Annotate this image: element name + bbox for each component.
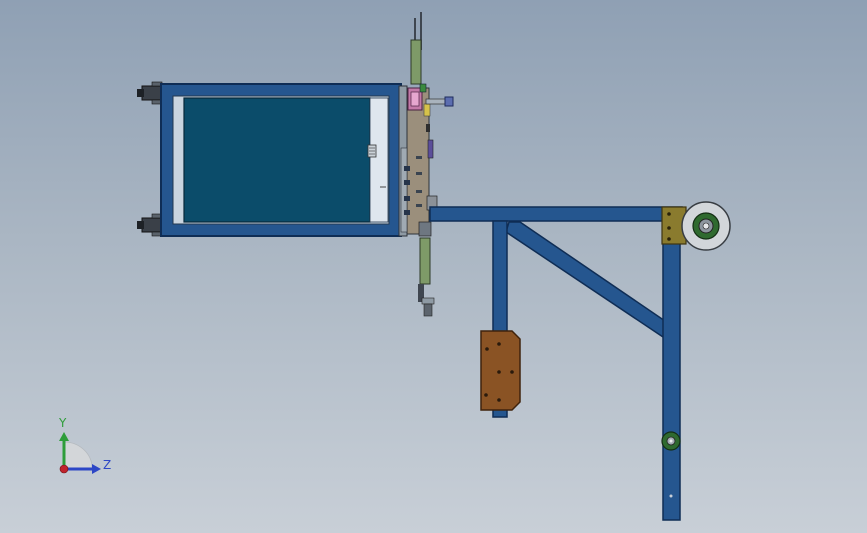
frame-diagonal-brace: [505, 221, 669, 338]
steel-frame: [429, 206, 683, 521]
rail-bottom: [419, 237, 431, 285]
orientation-triad: [59, 432, 101, 474]
pulley-wheel: [681, 201, 731, 251]
cad-viewport[interactable]: Y Z: [0, 0, 867, 533]
mount-plate-left: [480, 330, 521, 411]
roller-small: [661, 431, 681, 451]
frame-right-leg: [662, 220, 681, 521]
cabinet-panel: [183, 97, 371, 223]
rail-top: [410, 39, 422, 85]
axis-y-label: Y: [58, 416, 67, 430]
axis-z-label: Z: [103, 458, 111, 472]
cabinet-assembly: [137, 81, 402, 237]
mechanism-column: [398, 12, 454, 317]
frame-top-beam: [429, 206, 683, 222]
caster-bottom: [137, 213, 163, 237]
caster-top: [137, 81, 163, 105]
